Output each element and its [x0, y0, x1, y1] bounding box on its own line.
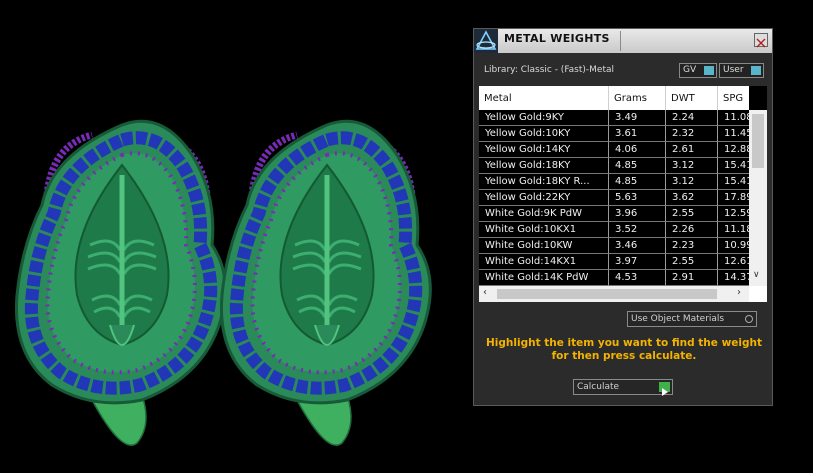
metal-cell: White Gold:10KX1 [479, 222, 609, 238]
vertical-scroll-thumb[interactable] [752, 114, 764, 168]
grams-cell: 4.06 [609, 142, 666, 158]
table-header: Metal Grams DWT SPG [479, 86, 749, 110]
table-row[interactable]: Yellow Gold:22KY 5.63 3.62 17.89 [479, 190, 749, 206]
metal-cell: Yellow Gold:22KY [479, 190, 609, 206]
chevron-right-icon[interactable]: › [737, 287, 741, 298]
table-body: Yellow Gold:9KY 3.49 2.24 11.08 Yellow G… [479, 110, 749, 286]
play-icon [659, 382, 670, 396]
table-row[interactable]: Yellow Gold:18KY R... 4.85 3.12 15.41 [479, 174, 749, 190]
spg-cell: 11.08 [718, 110, 749, 126]
use-object-materials-label: Use Object Materials [631, 314, 725, 324]
column-header-grams[interactable]: Grams [609, 86, 666, 110]
metal-cell: Yellow Gold:14KY [479, 142, 609, 158]
metal-cell: Yellow Gold:18KY R... [479, 174, 609, 190]
grams-cell: 3.97 [609, 254, 666, 270]
earrings-render [0, 0, 470, 469]
spg-cell: 17.89 [718, 190, 749, 206]
dwt-cell: 3.12 [666, 158, 718, 174]
radio-icon [745, 315, 753, 323]
chevron-down-icon[interactable]: ∨ [753, 270, 760, 280]
chevron-left-icon[interactable]: ‹ [483, 287, 487, 298]
gv-toggle-knob [704, 66, 714, 75]
grams-cell: 4.85 [609, 158, 666, 174]
column-header-dwt[interactable]: DWT [666, 86, 718, 110]
table-row[interactable]: White Gold:10KX1 3.52 2.26 11.18 [479, 222, 749, 238]
dwt-cell: 2.24 [666, 110, 718, 126]
dwt-cell: 2.55 [666, 254, 718, 270]
dwt-cell: 2.55 [666, 206, 718, 222]
dwt-cell: 2.91 [666, 270, 718, 286]
grams-cell: 3.96 [609, 206, 666, 222]
metal-cell: Yellow Gold:10KY [479, 126, 609, 142]
grams-cell: 4.53 [609, 270, 666, 286]
grams-cell: 3.52 [609, 222, 666, 238]
table-row[interactable]: Yellow Gold:9KY 3.49 2.24 11.08 [479, 110, 749, 126]
table-row[interactable]: White Gold:9K PdW 3.96 2.55 12.59 [479, 206, 749, 222]
close-button[interactable] [754, 33, 768, 48]
use-object-materials-toggle[interactable]: Use Object Materials [627, 311, 757, 327]
metal-cell: White Gold:9K PdW [479, 206, 609, 222]
dwt-cell: 2.32 [666, 126, 718, 142]
table-row[interactable]: White Gold:14K PdW 4.53 2.91 14.37 [479, 270, 749, 286]
metal-cell: Yellow Gold:18KY [479, 158, 609, 174]
dwt-cell: 2.61 [666, 142, 718, 158]
vertical-scrollbar[interactable]: ∨ [749, 110, 767, 286]
spg-cell: 15.41 [718, 158, 749, 174]
spg-cell: 11.18 [718, 222, 749, 238]
table-row[interactable]: Yellow Gold:10KY 3.61 2.32 11.45 [479, 126, 749, 142]
grams-cell: 4.85 [609, 174, 666, 190]
spg-cell: 15.41 [718, 174, 749, 190]
metal-table[interactable]: Metal Grams DWT SPG Yellow Gold:9KY 3.49… [479, 86, 767, 302]
metal-weights-panel: METAL WEIGHTS Library: Classic - (Fast)-… [473, 28, 773, 406]
dwt-cell: 2.23 [666, 238, 718, 254]
column-header-metal[interactable]: Metal [479, 86, 609, 110]
metal-cell: White Gold:14K PdW [479, 270, 609, 286]
metal-cell: White Gold:10KW [479, 238, 609, 254]
column-header-spg[interactable]: SPG [718, 86, 749, 110]
dwt-cell: 3.12 [666, 174, 718, 190]
user-toggle-label: User [723, 65, 744, 75]
grams-cell: 3.46 [609, 238, 666, 254]
spg-cell: 12.61 [718, 254, 749, 270]
spg-cell: 11.45 [718, 126, 749, 142]
instruction-text: Highlight the item you want to find the … [486, 337, 762, 362]
horizontal-scroll-thumb[interactable] [497, 289, 717, 299]
table-row[interactable]: Yellow Gold:14KY 4.06 2.61 12.88 [479, 142, 749, 158]
spg-cell: 12.88 [718, 142, 749, 158]
dwt-cell: 3.62 [666, 190, 718, 206]
metal-cell: Yellow Gold:9KY [479, 110, 609, 126]
user-toggle-knob [751, 66, 761, 75]
table-row[interactable]: White Gold:10KW 3.46 2.23 10.99 [479, 238, 749, 254]
user-toggle[interactable]: User [719, 63, 764, 78]
spg-cell: 12.59 [718, 206, 749, 222]
grams-cell: 5.63 [609, 190, 666, 206]
table-row[interactable]: White Gold:14KX1 3.97 2.55 12.61 [479, 254, 749, 270]
library-label: Library: Classic - (Fast)-Metal [484, 65, 615, 75]
calculate-button-label: Calculate [577, 382, 620, 392]
panel-titlebar[interactable]: METAL WEIGHTS [474, 29, 772, 53]
table-corner [749, 86, 767, 110]
panel-title: METAL WEIGHTS [504, 32, 610, 45]
metal-cell: White Gold:14KX1 [479, 254, 609, 270]
gv-toggle-label: GV [683, 65, 697, 75]
horizontal-scrollbar[interactable]: ‹ › [479, 286, 749, 302]
dwt-cell: 2.26 [666, 222, 718, 238]
grams-cell: 3.49 [609, 110, 666, 126]
spg-cell: 14.37 [718, 270, 749, 286]
title-divider [620, 31, 621, 51]
app-logo-icon [474, 29, 498, 53]
table-row[interactable]: Yellow Gold:18KY 4.85 3.12 15.41 [479, 158, 749, 174]
calculate-button[interactable]: Calculate [573, 379, 673, 396]
spg-cell: 10.99 [718, 238, 749, 254]
close-icon [756, 38, 766, 48]
gv-toggle[interactable]: GV [679, 63, 717, 78]
grams-cell: 3.61 [609, 126, 666, 142]
3d-viewport[interactable] [0, 0, 470, 469]
